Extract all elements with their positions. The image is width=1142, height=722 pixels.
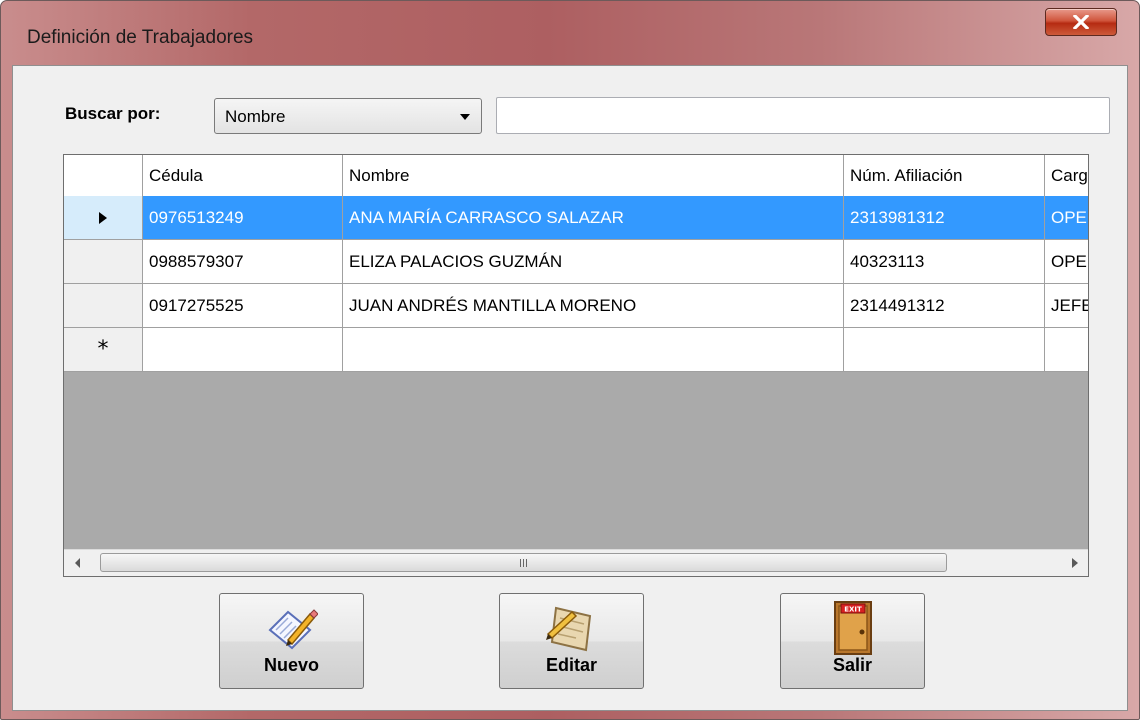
cell-nombre[interactable]: JUAN ANDRÉS MANTILLA MORENO xyxy=(343,284,844,327)
new-row[interactable]: * xyxy=(64,328,1088,372)
cell-afiliacion[interactable]: 2314491312 xyxy=(844,284,1045,327)
column-header-nombre[interactable]: Nombre xyxy=(343,155,844,196)
scroll-left-button[interactable] xyxy=(64,550,91,576)
new-cell-nombre[interactable] xyxy=(343,328,844,371)
editar-button-label: Editar xyxy=(545,655,597,675)
salir-button[interactable]: EXIT Salir xyxy=(780,593,925,689)
scroll-right-button[interactable] xyxy=(1061,550,1088,576)
cell-afiliacion[interactable]: 40323113 xyxy=(844,240,1045,283)
search-field-value: Nombre xyxy=(225,107,286,126)
search-label: Buscar por: xyxy=(65,104,161,123)
cell-cargo[interactable]: OPER xyxy=(1045,196,1088,239)
row-header[interactable] xyxy=(64,284,143,327)
grid-corner[interactable] xyxy=(64,155,143,196)
new-cell-afiliacion[interactable] xyxy=(844,328,1045,371)
close-button[interactable] xyxy=(1045,8,1117,36)
cell-cargo[interactable]: OPER xyxy=(1045,240,1088,283)
table-row[interactable]: 0917275525 JUAN ANDRÉS MANTILLA MORENO 2… xyxy=(64,284,1088,328)
cell-cedula[interactable]: 0917275525 xyxy=(143,284,343,327)
grid-header-row: Cédula Nombre Núm. Afiliación Cargo xyxy=(64,155,1088,197)
close-icon xyxy=(1073,15,1089,29)
scroll-thumb[interactable] xyxy=(100,553,947,572)
cell-nombre[interactable]: ELIZA PALACIOS GUZMÁN xyxy=(343,240,844,283)
cell-nombre[interactable]: ANA MARÍA CARRASCO SALAZAR xyxy=(343,196,844,239)
table-row[interactable]: 0976513249 ANA MARÍA CARRASCO SALAZAR 23… xyxy=(64,196,1088,240)
title-bar[interactable]: Definición de Trabajadores xyxy=(1,1,1139,63)
column-header-cargo[interactable]: Cargo xyxy=(1045,155,1088,196)
scroll-grip-icon xyxy=(520,558,527,567)
window-title: Definición de Trabajadores xyxy=(27,27,254,48)
chevron-down-icon xyxy=(460,114,470,120)
editar-button[interactable]: Editar xyxy=(499,593,644,689)
table-row[interactable]: 0988579307 ELIZA PALACIOS GUZMÁN 4032311… xyxy=(64,240,1088,284)
edit-pencil-paper-icon xyxy=(545,606,591,652)
new-cell-cedula[interactable] xyxy=(143,328,343,371)
column-header-cedula[interactable]: Cédula xyxy=(143,155,343,196)
new-document-pencil-icon xyxy=(268,609,318,650)
chevron-left-icon xyxy=(74,558,80,568)
cell-cedula[interactable]: 0988579307 xyxy=(143,240,343,283)
cell-cedula[interactable]: 0976513249 xyxy=(143,196,343,239)
search-input[interactable] xyxy=(496,97,1110,134)
nuevo-button-label: Nuevo xyxy=(263,655,319,675)
client-area: Buscar por: Nombre Cédula Nombre Núm. Af… xyxy=(12,65,1128,711)
main-window: Definición de Trabajadores Buscar por: N… xyxy=(0,0,1140,720)
column-header-afiliacion[interactable]: Núm. Afiliación xyxy=(844,155,1045,196)
salir-button-label: Salir xyxy=(832,655,873,675)
svg-text:EXIT: EXIT xyxy=(844,606,862,614)
nuevo-button[interactable]: Nuevo xyxy=(219,593,364,689)
asterisk-icon: * xyxy=(97,337,109,362)
cell-cargo[interactable]: JEFE xyxy=(1045,284,1088,327)
workers-grid[interactable]: Cédula Nombre Núm. Afiliación Cargo 0976… xyxy=(63,154,1089,577)
row-header[interactable] xyxy=(64,240,143,283)
cell-afiliacion[interactable]: 2313981312 xyxy=(844,196,1045,239)
exit-door-icon: EXIT xyxy=(833,601,872,655)
new-cell-cargo[interactable] xyxy=(1045,328,1088,371)
chevron-right-icon xyxy=(1071,558,1078,568)
new-row-header[interactable]: * xyxy=(64,328,143,371)
horizontal-scrollbar[interactable] xyxy=(64,549,1088,576)
row-pointer-icon xyxy=(99,211,107,224)
search-field-dropdown[interactable]: Nombre xyxy=(214,98,482,134)
row-header[interactable] xyxy=(64,196,143,239)
